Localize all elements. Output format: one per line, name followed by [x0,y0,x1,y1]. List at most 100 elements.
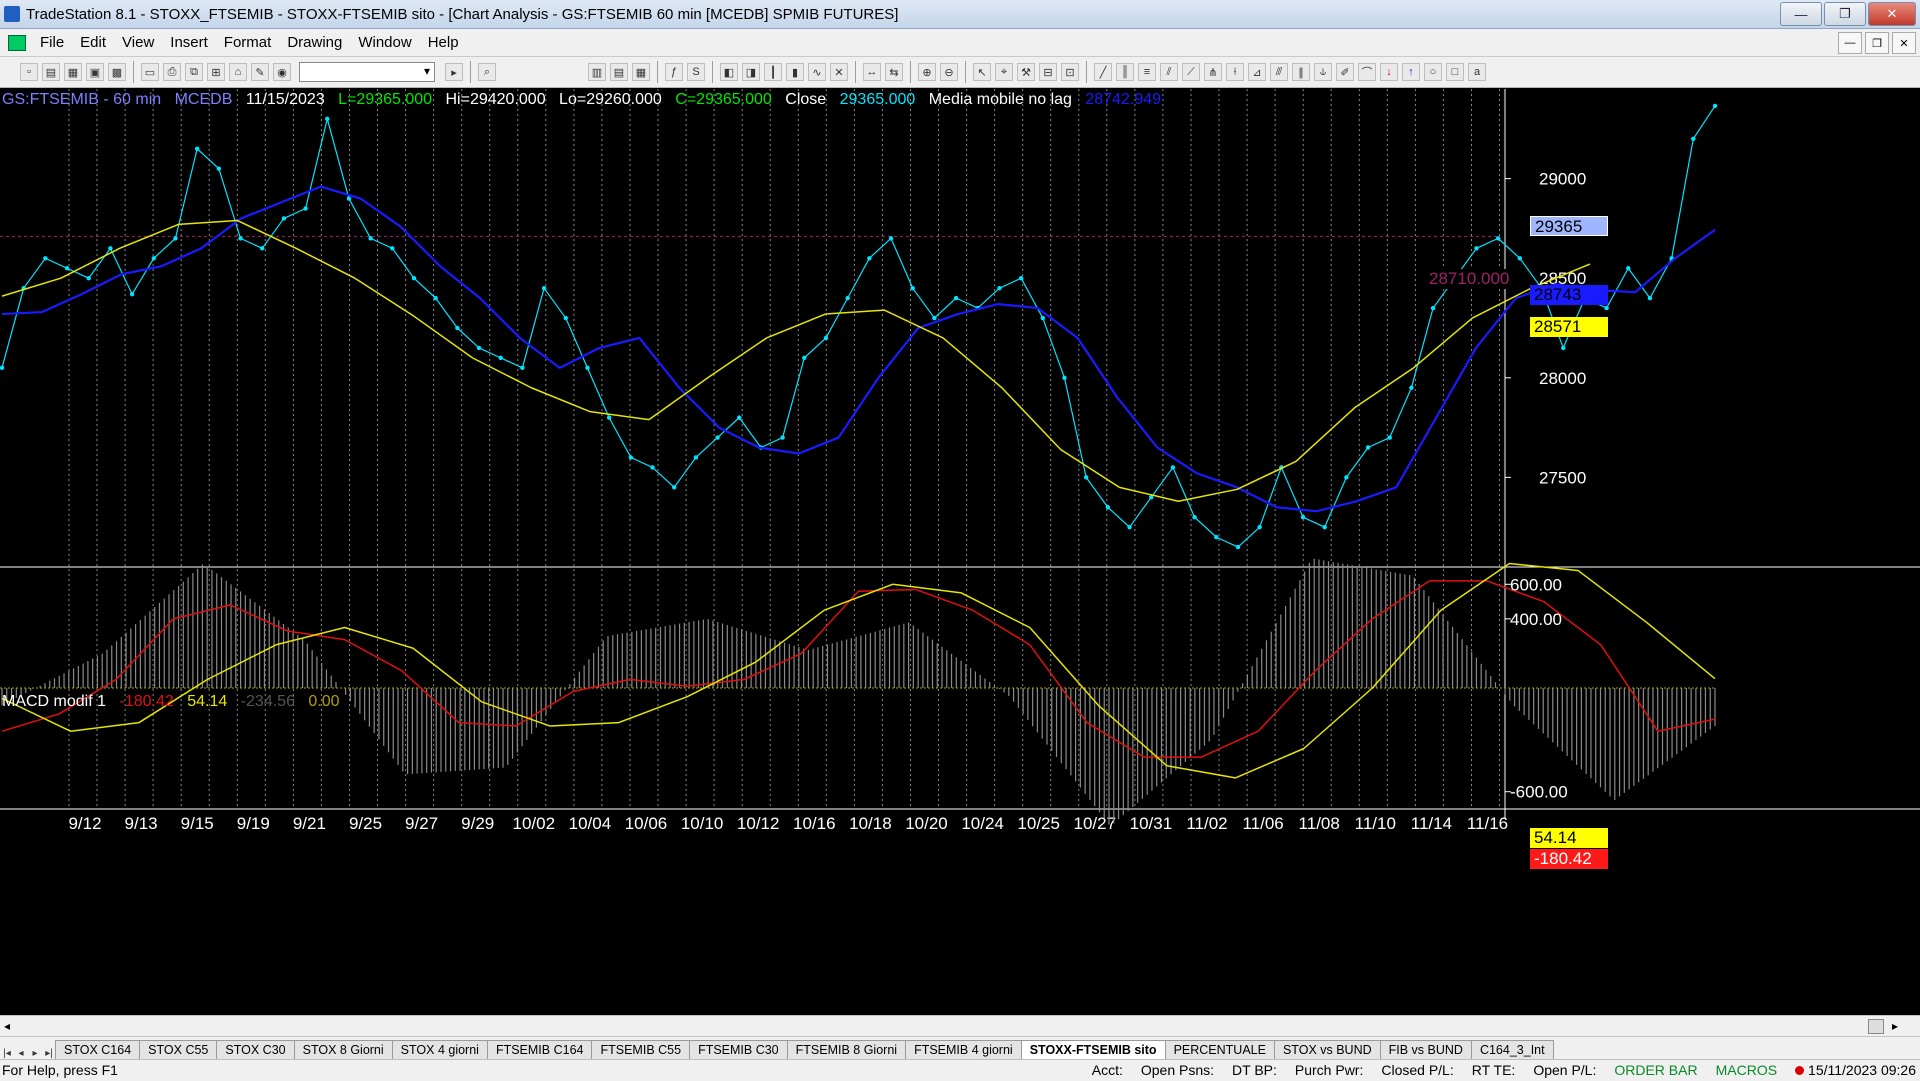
menu-help[interactable]: Help [420,34,467,51]
pointer-icon[interactable]: ↖ [973,63,991,81]
arrow-right-icon[interactable]: ▸ [445,63,463,81]
tab-last-icon[interactable]: ▸| [42,1048,56,1059]
hand-draw-icon[interactable]: ✐ [1336,63,1354,81]
trendline-icon[interactable]: ╱ [1094,63,1112,81]
tab-stox-8-giorni[interactable]: STOX 8 Giorni [293,1040,393,1059]
format-symbol-icon[interactable]: ◧ [720,63,738,81]
menu-drawing[interactable]: Drawing [279,34,350,51]
menu-edit[interactable]: Edit [72,34,114,51]
point-figure-icon[interactable]: ✕ [830,63,848,81]
ma-label: Media mobile no lag [928,91,1072,108]
menu-view[interactable]: View [114,34,162,51]
tools-icon[interactable]: ⚒ [1017,63,1035,81]
tab-stox-4-giorni[interactable]: STOX 4 giorni [391,1040,488,1059]
format-painter-icon[interactable]: ✎ [251,63,269,81]
scroll-thumb[interactable] [1868,1019,1884,1034]
save-icon[interactable]: ▣ [86,63,104,81]
x-tick-label: 10/20 [905,814,948,833]
tab-stox-c164[interactable]: STOX C164 [55,1040,141,1059]
bar-spacing-icon[interactable]: ↔ [863,63,881,81]
status-macros[interactable]: MACROS [1716,1062,1777,1078]
arrow-down-icon[interactable]: ↓ [1380,63,1398,81]
price-series-point [0,365,5,371]
text-icon[interactable]: a [1468,63,1486,81]
horizontal-lines-icon[interactable]: ≡ [1138,63,1156,81]
save-all-icon[interactable]: ▩ [108,63,126,81]
symbol-dropdown[interactable] [299,62,435,82]
line-chart-icon[interactable]: ∿ [808,63,826,81]
tab-c164-3-int[interactable]: C164_3_Int [1470,1040,1554,1059]
tab-stoxx-ftsemib-sito[interactable]: STOXX-FTSEMIB sito [1020,1040,1166,1059]
tab-next-icon[interactable]: ▸ [28,1048,42,1059]
mdi-close-button[interactable]: ✕ [1892,32,1916,54]
magnifier-icon[interactable]: ⌕ [478,63,496,81]
price-series-point [476,345,482,351]
new-icon[interactable]: ▫ [20,63,38,81]
tab-percentuale[interactable]: PERCENTUALE [1164,1040,1275,1059]
insert-strategy-icon[interactable]: S [687,63,705,81]
tab-stox-c55[interactable]: STOX C55 [139,1040,218,1059]
scroll-icon[interactable]: ⇆ [885,63,903,81]
andrews-pitchfork-icon[interactable]: ⋔ [1204,63,1222,81]
format-window-icon[interactable]: ◨ [742,63,760,81]
bar-chart-icon[interactable]: ▤ [610,63,628,81]
tab-stox-vs-bund[interactable]: STOX vs BUND [1273,1040,1381,1059]
status-order-bar[interactable]: ORDER BAR [1614,1062,1697,1078]
regression-icon[interactable]: ⫻ [1270,63,1288,81]
price-series-point [1192,515,1197,520]
open-icon[interactable]: ▤ [42,63,60,81]
chart-window-icon[interactable] [8,34,26,51]
menu-insert[interactable]: Insert [162,34,216,51]
print-icon[interactable]: ⎙ [163,63,181,81]
ellipse-icon[interactable]: ○ [1424,63,1442,81]
workspace-icon[interactable]: ⊟ [1039,63,1057,81]
window-cascade-icon[interactable]: ⧉ [185,63,203,81]
menu-format[interactable]: Format [216,34,280,51]
print-preview-icon[interactable]: ▭ [141,63,159,81]
tab-ftsemib-c164[interactable]: FTSEMIB C164 [486,1040,593,1059]
color-palette-icon[interactable]: ◉ [273,63,291,81]
tab-first-icon[interactable]: |◂ [0,1048,14,1059]
zoom-in-icon[interactable]: ⊕ [918,63,936,81]
chart-analysis-window[interactable]: 9/12 9/13 9/15 9/19 9/21 9/25 9/27 9/29 10/02 10/… [0,89,1920,1015]
price-chart-svg[interactable]: 9/12 9/13 9/15 9/19 9/21 9/25 9/27 9/29 10/02 10/… [0,89,1920,1015]
rectangle-icon[interactable]: □ [1446,63,1464,81]
bar-type-icon[interactable]: ┃ [764,63,782,81]
fibonacci-fan-icon[interactable]: ⟋ [1182,63,1200,81]
parallel-lines-icon[interactable]: ⫝ [1314,63,1332,81]
restore-button[interactable]: ❐ [1824,2,1866,26]
window-tile-icon[interactable]: ⊞ [207,63,225,81]
chart-style-icon[interactable]: ▥ [588,63,606,81]
close-button[interactable]: ✕ [1868,2,1916,26]
scroll-left-icon[interactable]: ◂ [4,1019,10,1033]
data-tips-icon[interactable]: ⌖ [995,63,1013,81]
mdi-minimize-button[interactable]: — [1838,32,1862,54]
arrow-up-icon[interactable]: ↑ [1402,63,1420,81]
menu-window[interactable]: Window [350,34,419,51]
menu-file[interactable]: File [32,34,72,51]
open-workspace-icon[interactable]: ▦ [64,63,82,81]
tab-stox-c30[interactable]: STOX C30 [216,1040,295,1059]
price-series-point [1495,236,1501,241]
candle-icon[interactable]: ▮ [786,63,804,81]
mdi-restore-button[interactable]: ❐ [1865,32,1889,54]
lock-icon[interactable]: ⌂ [229,63,247,81]
minimize-button[interactable]: — [1780,2,1822,26]
arc-icon[interactable]: ⌒ [1358,63,1376,81]
tab-ftsemib-8-giorni[interactable]: FTSEMIB 8 Giorni [786,1040,907,1059]
tab-ftsemib-c55[interactable]: FTSEMIB C55 [591,1040,691,1059]
vertical-lines-icon[interactable]: ║ [1116,63,1134,81]
tab-ftsemib-c30[interactable]: FTSEMIB C30 [689,1040,788,1059]
horizontal-scrollbar[interactable]: ◂ ▸ [0,1015,1920,1036]
channel-icon[interactable]: ⫽ [1160,63,1178,81]
tab-fib-vs-bund[interactable]: FIB vs BUND [1379,1040,1472,1059]
speed-lines-icon[interactable]: ⟊ [1226,63,1244,81]
insert-indicator-icon[interactable]: ƒ [665,63,683,81]
grid-icon[interactable]: ▦ [632,63,650,81]
tab-prev-icon[interactable]: ◂ [14,1048,28,1059]
tab-ftsemib-4-giorni[interactable]: FTSEMIB 4 giorni [905,1040,1022,1059]
zoom-out-icon[interactable]: ⊖ [940,63,958,81]
gann-icon[interactable]: ⊿ [1248,63,1266,81]
time-zone-icon[interactable]: ∥ [1292,63,1310,81]
scroll-right-icon[interactable]: ▸ [1892,1019,1898,1033]
